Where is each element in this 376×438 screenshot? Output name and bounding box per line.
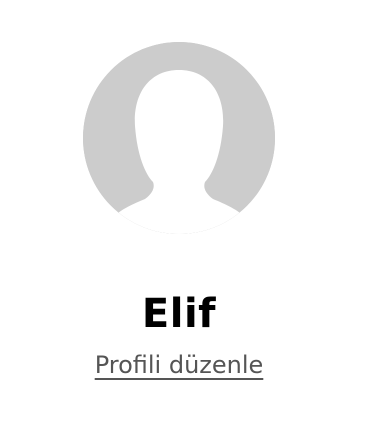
avatar[interactable] [83, 42, 275, 234]
default-user-silhouette-icon [83, 42, 275, 234]
edit-profile-link[interactable]: Profili düzenle [0, 348, 358, 382]
profile-page: Elif Profili düzenle [0, 0, 376, 438]
profile-name: Elif [141, 291, 217, 337]
